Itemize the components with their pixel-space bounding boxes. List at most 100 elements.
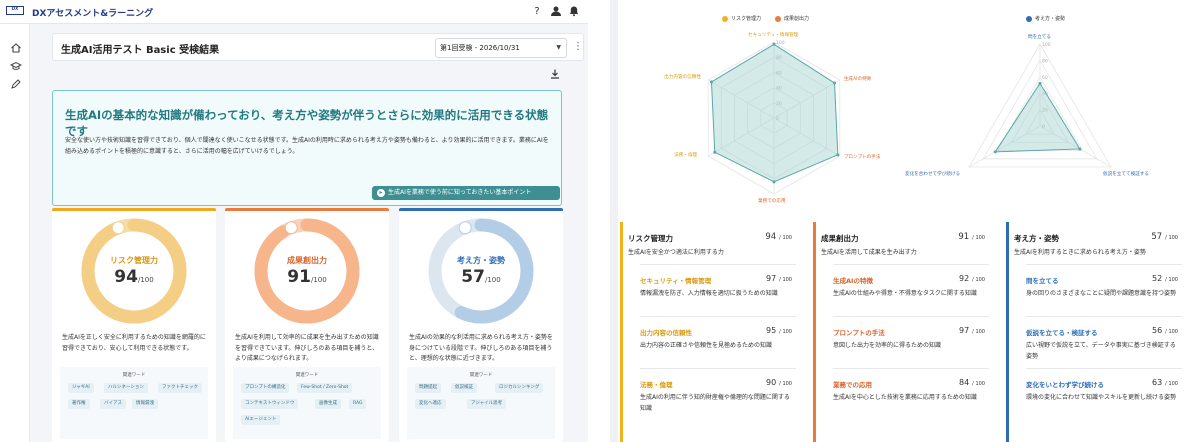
subcategory-title: セキュリティ・情報管理 [640,277,712,285]
category-accent-bar [1006,222,1009,442]
basic-points-label: 生成AIを業務で使う前に知っておきたい基本ポイント [388,189,532,196]
logo-mark: DX [6,6,24,15]
category-title: リスク管理力 [628,234,673,243]
legend-label: リスク管理力 [731,16,762,22]
keyword-chip[interactable]: 情報漏洩 [132,399,158,409]
legend-swatch [1026,15,1032,22]
radar-series-area [710,43,839,183]
score-card-description: 生成AIを正しく安全に利用するための知識を網羅的に習得できており、安心して利用で… [62,334,206,352]
subcategory-score-max: / 100 [972,329,985,335]
brand-logo[interactable]: DX [6,6,27,15]
keyword-chip[interactable]: 仮説検証 [451,383,477,393]
category-output: 成果創出力 91/ 100 生成AIを活用して成果を生み出す力 生成AIの特徴 92/ … [813,222,995,442]
radar-point [709,80,713,84]
keyword-chip[interactable]: ハルシネーション [104,383,148,393]
score-card-score: 94/100 [52,267,216,287]
category-score-max: / 100 [1165,235,1178,241]
subcategory-score-value: 84 [958,378,970,387]
keyword-box-title: 関連ワード [469,373,493,378]
keyword-box-title: 関連ワード [295,373,319,378]
radar-tick-label: 80 [1042,58,1048,64]
subcategory-score-max: / 100 [1165,381,1178,387]
subcategory-score-max: / 100 [1165,277,1178,283]
score-max: /100 [484,276,501,284]
results-screen: DX DXアセスメント&ラーニング ? 生成AI活用テスト Basic 受検結果… [0,0,588,442]
download-icon[interactable] [548,68,562,82]
keyword-chip[interactable]: Few-Shot / Zero-Shot [297,383,353,393]
summary-body: 安全な使い方や技術知識を習得できており、個人で闊達なく使いこなせる状態です。生成… [65,137,549,155]
keyword-chip[interactable]: 変化へ適応 [415,399,446,409]
subcategory-score-value: 52 [1151,274,1163,283]
help-icon[interactable]: ? [530,5,544,19]
keyword-chip[interactable]: プロンプトの構造化 [241,383,290,393]
subcategory-score-value: 97 [958,326,970,335]
category-score: 94/ 100 [765,232,792,242]
score-card-score: 57/100 [399,267,563,287]
keyword-chip[interactable]: コンテキストウィンドウ [241,399,299,409]
keyword-chip[interactable]: ロジカルシンキング [495,383,544,393]
radar-charts: 100806040200100806040200 [707,40,1112,195]
score-card-score: 91/100 [225,267,389,287]
app-title: DXアセスメント&ラーニング [32,9,154,19]
graduation-cap-icon[interactable] [9,60,23,74]
radar-axis-label: 出力内容の信頼性 [664,75,701,80]
keyword-chip[interactable]: ファクトチェック [158,383,202,393]
keyword-chip[interactable]: アジャイル思考 [467,399,507,409]
category-description: 生成AIを活用して成果を生み出す力 [821,249,917,256]
category-description: 生成AIを安全かつ適法に利用する力 [628,249,724,256]
subcategory-title: 法務・倫理 [640,381,673,389]
radar-point [713,150,717,154]
keyword-chip[interactable]: 著作権 [68,399,90,409]
radar-axis-label: セキュリティ・情報管理 [748,33,799,38]
score-card-label: リスク管理力 [110,256,158,265]
radar-axis-label: プロンプトの手法 [843,155,881,160]
score-value: 57 [461,267,485,287]
subcategory-item: 出力内容の信頼性 95/ 100 出力内容の正確さや信頼性を見極めるための知識 [640,316,796,366]
keyword-chip[interactable]: バイアス [100,399,126,409]
category-title: 考え方・姿勢 [1014,234,1059,243]
subcategory-score-value: 56 [1151,326,1163,335]
radar-point [836,153,840,157]
subcategory-title: 仮説を立てる・検証する [1026,329,1098,337]
subcategory-score: 97/ 100 [959,326,985,335]
score-card-description: 生成AIの効果的な利活用に求められる考え方・姿勢を身につけている段階です。伸びし… [409,334,553,362]
keyword-chip[interactable]: 問題提起 [415,383,441,393]
legend-item: 考え方・姿勢 [1026,15,1065,22]
radar-axis-label: 変化を合わせて学び続ける [904,172,961,177]
subcategory-score: 52/ 100 [1152,274,1178,283]
subcategory-score-max: / 100 [779,277,792,283]
keyword-chip[interactable]: AIエージェント [241,415,281,425]
gauge-marker [458,221,472,235]
subcategory-description: 生成AIの仕組みや得意・不得意なタスクに関する知識 [833,290,977,297]
subcategory-score-value: 95 [765,326,777,335]
more-options-icon[interactable]: ⋮ [573,41,583,53]
session-select[interactable]: 第1回受検 - 2026/10/31 ▼ [435,38,567,58]
keyword-chip[interactable]: ジャギAI [68,383,94,393]
category-score-max: / 100 [972,235,985,241]
pencil-icon[interactable] [9,78,23,92]
category-score: 91/ 100 [958,232,985,242]
radar-tick-label: 60 [1042,75,1048,81]
basic-points-button[interactable]: ▸ 生成AIを業務で使う前に知っておきたい基本ポイント [372,186,560,200]
subcategory-score: 92/ 100 [959,274,985,283]
category-accent-bar [620,222,623,442]
subcategory-item: セキュリティ・情報管理 97/ 100 情報漏洩を防ぎ、入力情報を適切に扱うための知… [640,264,796,314]
score-card-risk: リスク管理力 94/100 生成AIを正しく安全に利用するための知識を網羅的に習得で… [52,208,216,442]
subcategory-item: 生成AIの特徴 92/ 100 生成AIの仕組みや得意・不得意なタスクに関する知識 [833,264,989,314]
subcategory-title: 変化をいとわず学び続ける [1026,381,1104,389]
user-icon[interactable] [549,5,563,19]
subcategory-item: 業務での応用 84/ 100 生成AIを中心とした技術を業務に応用するための知識 [833,368,989,418]
legend-item: 成果創出力 [775,15,809,22]
radar-point [993,150,997,154]
bell-icon[interactable] [567,5,581,19]
score-max: /100 [310,276,327,284]
keyword-chip[interactable]: RAG [349,399,367,409]
subcategory-item: 変化をいとわず学び続ける 63/ 100 環境の変化に合わせて知識やスキルを更新し続… [1026,368,1182,418]
category-description: 生成AIを利用するときに求められる考え方・姿勢 [1014,249,1146,256]
home-icon[interactable] [9,42,23,56]
category-score-value: 57 [1151,232,1163,242]
keyword-chip[interactable]: 画像生成 [315,399,341,409]
subcategory-score-max: / 100 [972,277,985,283]
subcategory-score-max: / 100 [779,329,792,335]
main-content: 生成AI活用テスト Basic 受検結果 第1回受検 - 2026/10/31 … [30,24,588,442]
